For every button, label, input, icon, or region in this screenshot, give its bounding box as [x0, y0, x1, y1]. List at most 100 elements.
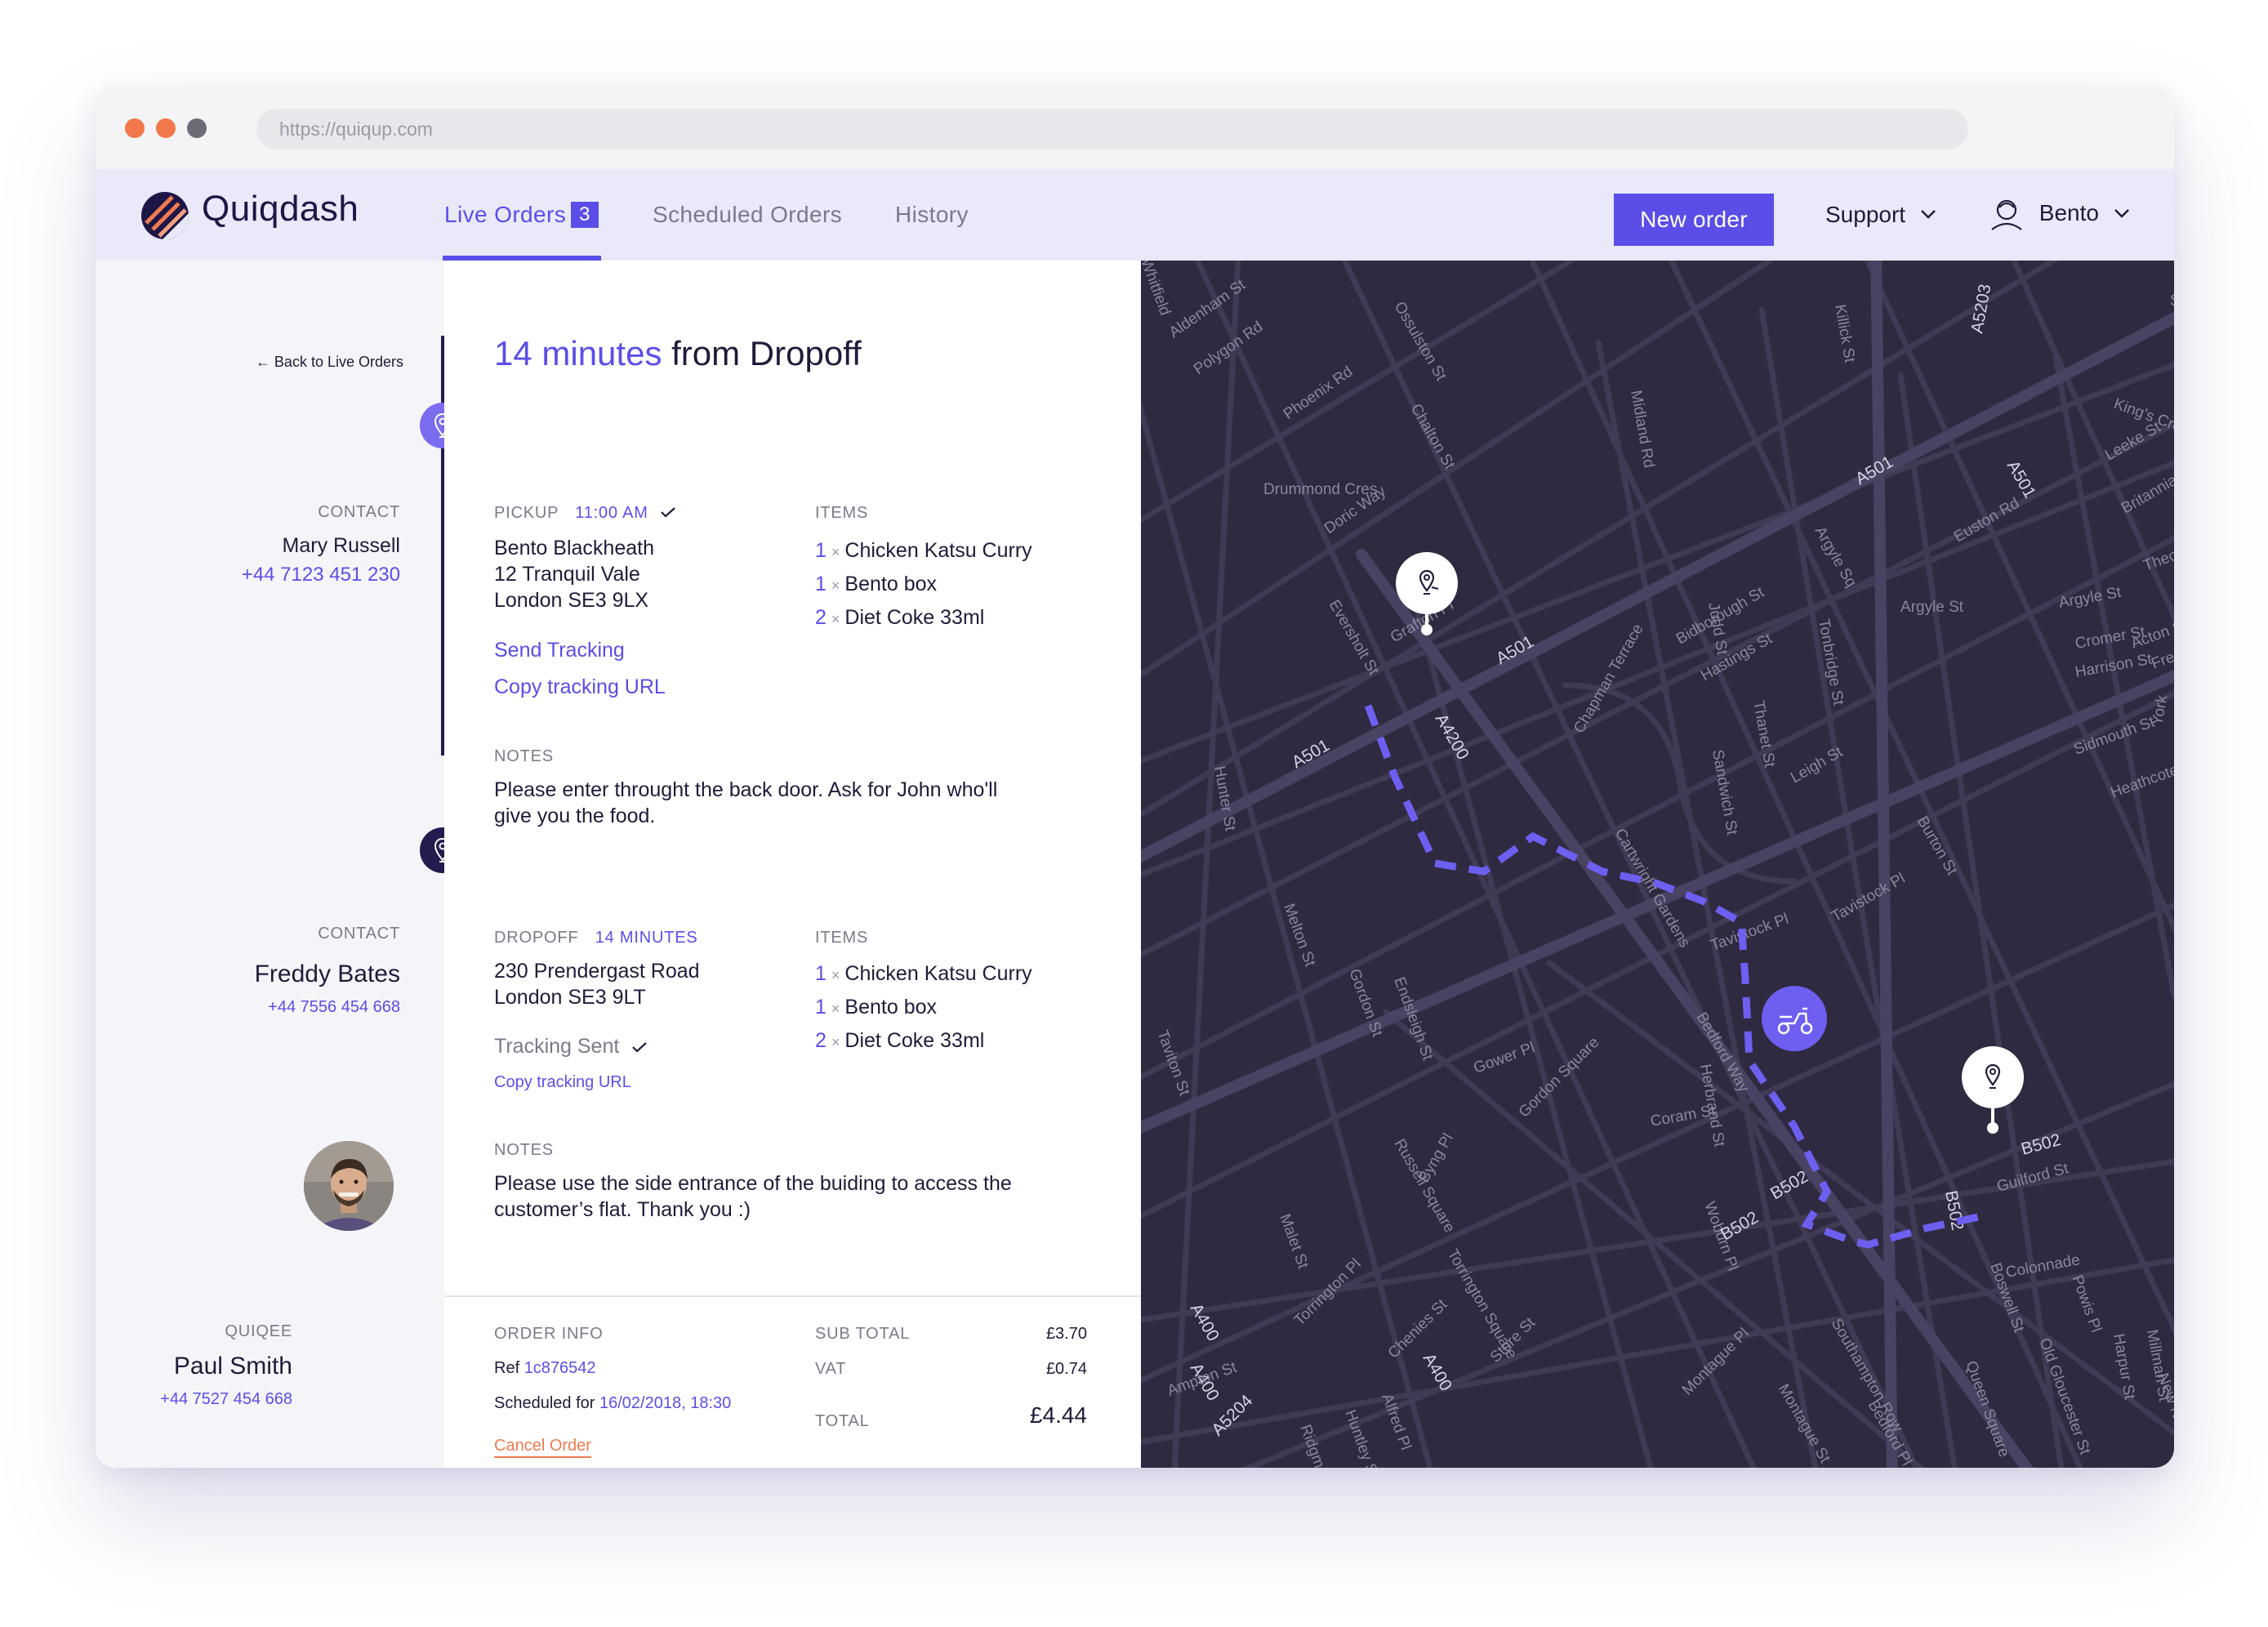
map-street-label: Acton St [2129, 616, 2174, 653]
chevron-down-icon [2114, 209, 2129, 218]
subtotal-label: SUB TOTAL [815, 1325, 911, 1343]
pickup-items-caption: ITEMS [815, 504, 869, 522]
live-orders-count-badge: 3 [571, 202, 599, 228]
dropoff-section: DROPOFF 14 MINUTES [494, 929, 698, 947]
quiqdash-logo-icon [141, 192, 189, 239]
support-menu[interactable]: Support [1825, 202, 1936, 228]
item-name: Diet Coke 33ml [844, 1029, 985, 1052]
pickup-address-line: London SE3 9LX [494, 589, 649, 612]
quiqee-name: Paul Smith [173, 1353, 292, 1380]
cancel-order-link[interactable]: Cancel Order [494, 1437, 591, 1458]
user-name: Bento [2039, 200, 2099, 225]
back-to-live-orders-link[interactable]: ← Back to Live Orders [256, 354, 403, 371]
tab-history[interactable]: History [895, 202, 969, 228]
order-ref: Ref 1c876542 [494, 1359, 596, 1378]
map-street-label: Taviton St [1153, 1028, 1193, 1099]
map-street-label: B502 [1718, 1208, 1762, 1244]
order-detail-panel: 14 minutes from Dropoff PICKUP 11:00 AM … [444, 261, 1141, 1468]
vat-label: VAT [815, 1360, 847, 1378]
tab-scheduled-orders[interactable]: Scheduled Orders [653, 202, 842, 228]
map-street-label: A5203 [1967, 283, 1994, 335]
map-street-label: Queen Square [1962, 1359, 2012, 1460]
dropoff-contact-name: Freddy Bates [254, 961, 400, 987]
dropoff-caption: DROPOFF [494, 929, 579, 947]
item-qty: 2 [815, 1029, 827, 1052]
dropoff-items-caption: ITEMS [815, 929, 869, 947]
pickup-caption: PICKUP [494, 504, 559, 522]
dropoff-contact-phone[interactable]: +44 7556 454 668 [268, 998, 400, 1017]
copy-tracking-url-link[interactable]: Copy tracking URL [494, 675, 666, 699]
eta-minutes: 14 minutes [494, 334, 662, 372]
map-street-label: Guilford St [1995, 1160, 2071, 1196]
minimize-window-dot[interactable] [156, 118, 176, 138]
map-street-label: Swinton [2170, 292, 2174, 310]
live-map[interactable]: Aldenham St Polygon Rd Phoenix Rd Ossulston… [1141, 261, 2174, 1468]
pickup-time: 11:00 AM [575, 504, 648, 522]
total-label: TOTAL [815, 1412, 870, 1430]
dropoff-eta: 14 MINUTES [595, 929, 698, 947]
tab-live-orders[interactable]: Live Orders 3 [444, 202, 599, 228]
dropoff-address-line: London SE3 9LT [494, 986, 646, 1009]
pickup-notes-line: give you the food. [494, 805, 656, 827]
dropoff-notes-line: Please use the side entrance of the buid… [494, 1172, 1012, 1195]
browser-chrome: https://quiqup.com [96, 87, 2174, 169]
item-qty: 2 [815, 606, 827, 629]
map-street-label: Killick St [1831, 303, 1858, 364]
map-street-label: Malet St [1276, 1212, 1312, 1272]
url-bar[interactable]: https://quiqup.com [256, 109, 1968, 149]
item-qty: 1 [815, 996, 827, 1019]
close-window-dot[interactable] [125, 118, 145, 138]
tracking-sent-label: Tracking Sent [494, 1035, 620, 1058]
maximize-window-dot[interactable] [187, 118, 207, 138]
list-item: 1 × Chicken Katsu Curry [815, 539, 1032, 562]
quiqee-phone[interactable]: +44 7527 454 668 [160, 1390, 292, 1409]
user-menu[interactable]: Bento [1989, 195, 2130, 231]
item-name: Bento box [844, 996, 938, 1019]
order-ref-value: 1c876542 [524, 1359, 596, 1377]
tab-live-orders-label: Live Orders [444, 202, 567, 227]
new-order-button[interactable]: New order [1614, 194, 1774, 246]
map-street-label: Argyle Sq [1811, 524, 1860, 591]
list-item: 2 × Diet Coke 33ml [815, 1029, 985, 1052]
eta-suffix: from Dropoff [671, 334, 862, 372]
list-item: 2 × Diet Coke 33ml [815, 606, 985, 629]
map-street-label: B502 [2019, 1130, 2062, 1159]
map-street-label: Tavistock Pl [1829, 870, 1908, 925]
order-ref-label: Ref [494, 1359, 520, 1377]
map-street-label: Midland Rd [1627, 389, 1657, 469]
item-name: Diet Coke 33ml [844, 606, 985, 629]
contact-sidebar: ← Back to Live Orders CONTACT Mary Russe… [96, 261, 444, 1468]
item-qty: 1 [815, 962, 827, 985]
map-street-label: A501 [2003, 457, 2039, 501]
map-street-label: Leeke St [2102, 418, 2164, 464]
map-street-label: Powis Pl [2068, 1273, 2105, 1335]
list-item: 1 × Bento box [815, 996, 938, 1019]
map-street-label: Heathcote St [2109, 755, 2174, 802]
pickup-contact-caption: CONTACT [318, 503, 400, 521]
map-street-label: Harpur St [2110, 1332, 2138, 1401]
total-value: £4.44 [1029, 1402, 1087, 1428]
list-item: 1 × Bento box [815, 573, 938, 595]
vat-value: £0.74 [1045, 1360, 1087, 1378]
dropoff-notes-line: customer’s flat. Thank you :) [494, 1198, 751, 1221]
pickup-contact-name: Mary Russell [282, 534, 400, 557]
brand-name: Quiqdash [202, 189, 359, 229]
pickup-contact-phone[interactable]: +44 7123 451 230 [242, 564, 400, 586]
support-label: Support [1825, 202, 1906, 227]
map-streets [1141, 261, 2174, 1468]
order-scheduled: Scheduled for 16/02/2018, 18:30 [494, 1394, 731, 1413]
pickup-address: Bento Blackheath 12 Tranquil Vale London… [494, 535, 654, 613]
quiqee-avatar [304, 1141, 394, 1231]
check-icon [661, 507, 675, 518]
map-dropoff-pin-icon[interactable] [1962, 1046, 2024, 1134]
tracking-sent-status: Tracking Sent [494, 1035, 648, 1059]
pickup-address-line: Bento Blackheath [494, 537, 654, 559]
item-name: Chicken Katsu Curry [844, 962, 1032, 985]
check-icon [632, 1042, 648, 1053]
send-tracking-link[interactable]: Send Tracking [494, 639, 625, 662]
order-scheduled-value: 16/02/2018, 18:30 [599, 1394, 732, 1412]
courier-scooter-icon[interactable] [1762, 986, 1827, 1051]
dropoff-copy-tracking-url-link[interactable]: Copy tracking URL [494, 1073, 631, 1092]
map-canvas[interactable]: Aldenham StPolygon RdPhoenix RdOssulston… [1141, 261, 2174, 1468]
dropoff-address: 230 Prendergast Road London SE3 9LT [494, 958, 700, 1010]
